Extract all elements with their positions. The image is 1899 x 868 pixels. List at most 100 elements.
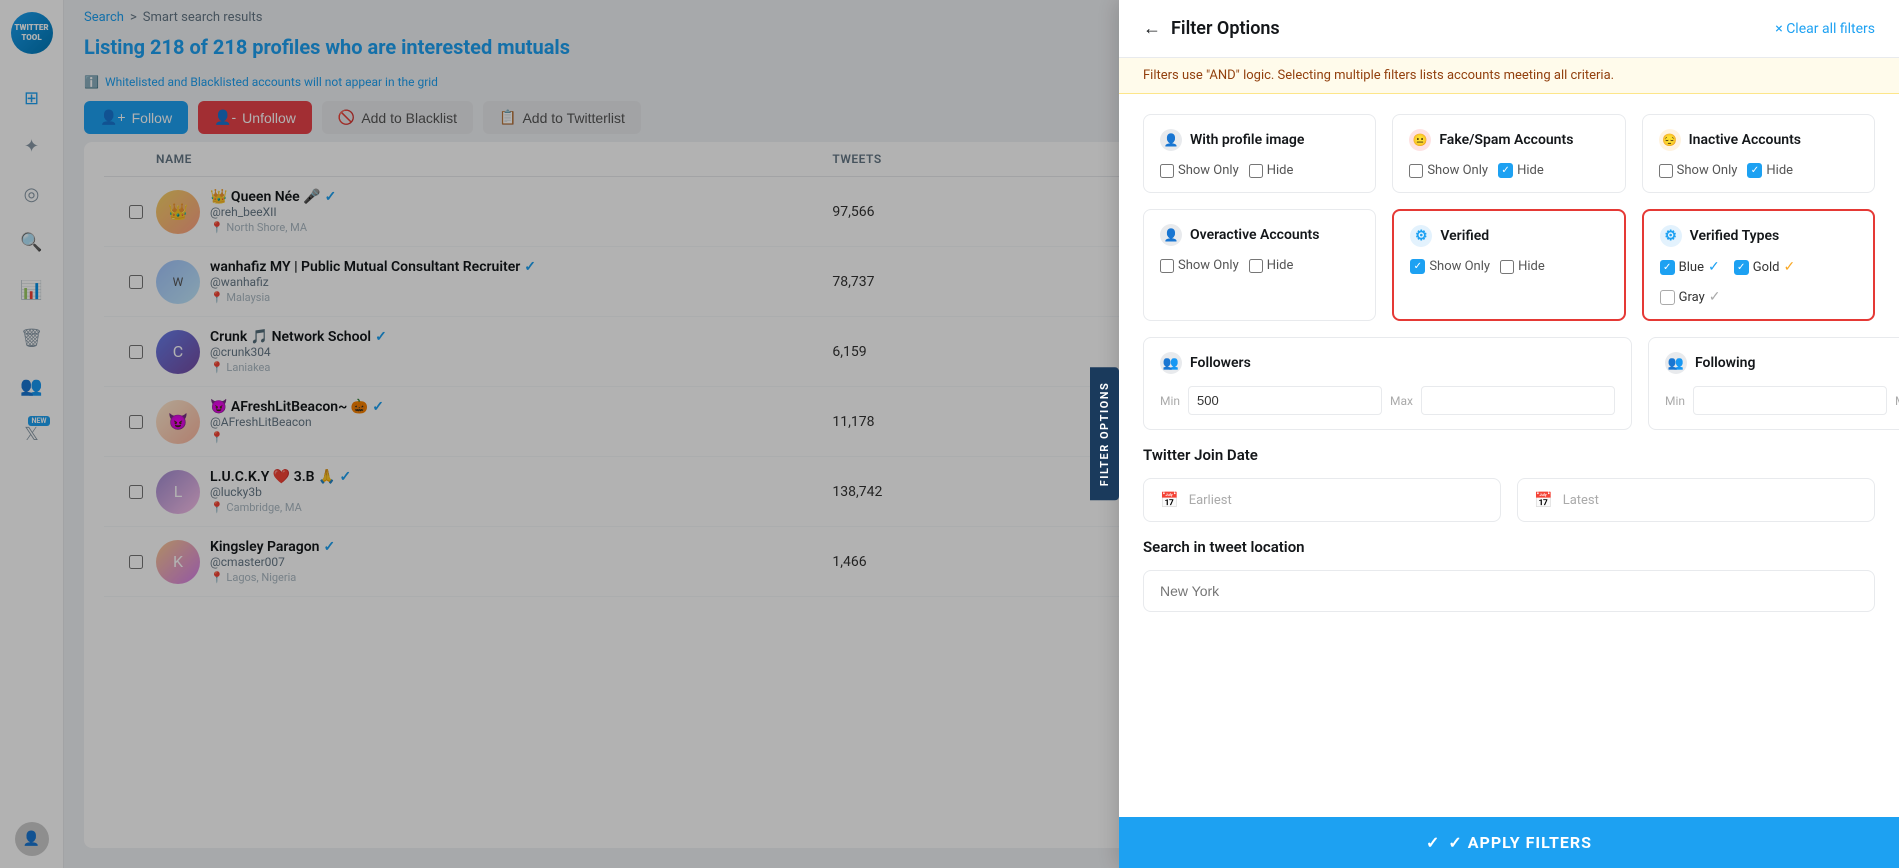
followers-icon: 👥: [1160, 352, 1182, 374]
inactive-icon: 😔: [1659, 129, 1681, 151]
date-row: 📅 Earliest 📅 Latest: [1143, 478, 1875, 522]
show-only-label[interactable]: ✓ Show Only: [1410, 259, 1490, 274]
filter-panel: ← Filter Options × Clear all filters Fil…: [1119, 0, 1899, 868]
show-only-label[interactable]: Show Only: [1409, 163, 1488, 178]
latest-date-card[interactable]: 📅 Latest: [1517, 478, 1875, 522]
show-hide-row: Show Only Hide: [1160, 163, 1359, 178]
checkmark-icon: ✓: [1426, 833, 1440, 852]
range-inputs: Min Max: [1665, 386, 1899, 415]
max-label: Max: [1390, 394, 1413, 408]
inactive-title: Inactive Accounts: [1689, 132, 1801, 148]
filter-options-tab[interactable]: FILTER OPTIONS: [1090, 368, 1119, 501]
latest-placeholder: Latest: [1563, 493, 1599, 508]
filter-body: 👤 With profile image Show Only Hide: [1119, 94, 1899, 817]
filter-overlay: FILTER OPTIONS ← Filter Options × Clear …: [0, 0, 1899, 868]
filter-card-title: 👤 With profile image: [1160, 129, 1359, 151]
vtype-gold: ✓ Gold ✓: [1734, 259, 1796, 275]
max-label: Max: [1895, 394, 1899, 408]
followers-min-input[interactable]: [1188, 386, 1382, 415]
filter-card-title: ⚙ Verified Types: [1660, 225, 1857, 247]
location-input[interactable]: [1143, 570, 1875, 612]
show-hide-row: Show Only ✓ Hide: [1409, 163, 1608, 178]
verified-types-icon: ⚙: [1660, 225, 1682, 247]
blue-checkbox-checked: ✓: [1660, 260, 1675, 275]
show-only-checkbox[interactable]: [1659, 164, 1673, 178]
filter-row-2: 👤 Overactive Accounts Show Only Hide: [1143, 209, 1875, 321]
fake-spam-icon: 😐: [1409, 129, 1431, 151]
gold-checkbox-checked: ✓: [1734, 260, 1749, 275]
earliest-date-card[interactable]: 📅 Earliest: [1143, 478, 1501, 522]
filter-row-1: 👤 With profile image Show Only Hide: [1143, 114, 1875, 193]
filter-header: ← Filter Options × Clear all filters: [1119, 0, 1899, 58]
range-inputs: Min Max: [1160, 386, 1615, 415]
calendar-icon: 📅: [1534, 491, 1553, 509]
filter-card-verified: ⚙ Verified ✓ Show Only Hide: [1392, 209, 1625, 321]
location-section-title: Search in tweet location: [1143, 538, 1875, 556]
filter-row-3: 👥 Followers Min Max 👥 Following: [1143, 337, 1875, 430]
back-icon[interactable]: ←: [1143, 18, 1161, 39]
show-only-checkbox-checked: ✓: [1410, 259, 1425, 274]
location-section: Search in tweet location: [1143, 538, 1875, 612]
min-label: Min: [1665, 394, 1685, 408]
hide-label[interactable]: Hide: [1249, 258, 1294, 273]
following-min-input[interactable]: [1693, 386, 1887, 415]
hide-checkbox[interactable]: [1500, 260, 1514, 274]
filter-card-verified-types: ⚙ Verified Types ✓ Blue ✓ ✓ Gold ✓: [1642, 209, 1875, 321]
hide-label[interactable]: Hide: [1249, 163, 1294, 178]
gray-label: Gray: [1679, 290, 1705, 305]
hide-checkbox-checked: ✓: [1747, 163, 1762, 178]
min-label: Min: [1160, 394, 1180, 408]
apply-btn-text: ✓ ✓ APPLY FILTERS: [1426, 833, 1592, 852]
profile-image-icon: 👤: [1160, 129, 1182, 151]
filter-card-title: 👤 Overactive Accounts: [1160, 224, 1359, 246]
vtype-gray: Gray ✓: [1660, 289, 1721, 305]
filter-card-overactive: 👤 Overactive Accounts Show Only Hide: [1143, 209, 1376, 321]
join-date-section-title: Twitter Join Date: [1143, 446, 1875, 464]
show-only-label[interactable]: Show Only: [1160, 258, 1239, 273]
show-hide-row: Show Only Hide: [1160, 258, 1359, 273]
filter-card-title: 😔 Inactive Accounts: [1659, 129, 1858, 151]
filter-tab-label: FILTER OPTIONS: [1098, 382, 1111, 487]
profile-image-title: With profile image: [1190, 132, 1304, 148]
fake-spam-title: Fake/Spam Accounts: [1439, 132, 1573, 148]
gold-badge: ✓: [1783, 259, 1795, 275]
clear-filters-button[interactable]: × Clear all filters: [1775, 21, 1875, 37]
hide-checkbox[interactable]: [1249, 259, 1263, 273]
filter-card-followers: 👥 Followers Min Max: [1143, 337, 1632, 430]
show-hide-row: Show Only ✓ Hide: [1659, 163, 1858, 178]
vtype-blue: ✓ Blue ✓: [1660, 259, 1720, 275]
verified-types-row: ✓ Blue ✓ ✓ Gold ✓ Gray ✓: [1660, 259, 1857, 305]
filter-info-text: Filters use "AND" logic. Selecting multi…: [1143, 68, 1614, 83]
overactive-icon: 👤: [1160, 224, 1182, 246]
show-only-checkbox[interactable]: [1409, 164, 1423, 178]
show-only-checkbox[interactable]: [1160, 164, 1174, 178]
followers-max-input[interactable]: [1421, 386, 1615, 415]
earliest-placeholder: Earliest: [1189, 493, 1232, 508]
apply-filters-button[interactable]: ✓ ✓ APPLY FILTERS: [1119, 817, 1899, 868]
filter-card-title: 👥 Followers: [1160, 352, 1615, 374]
filter-title-text: Filter Options: [1171, 18, 1280, 39]
filter-card-inactive: 😔 Inactive Accounts Show Only ✓ Hide: [1642, 114, 1875, 193]
show-only-checkbox[interactable]: [1160, 259, 1174, 273]
verified-title: Verified: [1440, 228, 1489, 244]
show-hide-row: ✓ Show Only Hide: [1410, 259, 1607, 274]
filter-card-title: ⚙ Verified: [1410, 225, 1607, 247]
blue-label: Blue: [1679, 260, 1704, 275]
filter-card-fake-spam: 😐 Fake/Spam Accounts Show Only ✓ Hide: [1392, 114, 1625, 193]
calendar-icon: 📅: [1160, 491, 1179, 509]
hide-checkbox[interactable]: [1249, 164, 1263, 178]
filter-card-title: 😐 Fake/Spam Accounts: [1409, 129, 1608, 151]
filter-card-title: 👥 Following: [1665, 352, 1899, 374]
filter-card-profile-image: 👤 With profile image Show Only Hide: [1143, 114, 1376, 193]
hide-label[interactable]: Hide: [1500, 259, 1545, 274]
show-only-label[interactable]: Show Only: [1160, 163, 1239, 178]
show-only-label[interactable]: Show Only: [1659, 163, 1738, 178]
hide-label[interactable]: ✓ Hide: [1747, 163, 1793, 178]
gray-badge: ✓: [1709, 289, 1721, 305]
filter-card-following: 👥 Following Min Max: [1648, 337, 1899, 430]
clear-filters-label: × Clear all filters: [1775, 21, 1875, 37]
verified-types-title: Verified Types: [1690, 228, 1780, 244]
gold-label: Gold: [1753, 260, 1780, 275]
hide-label[interactable]: ✓ Hide: [1498, 163, 1544, 178]
join-date-section: Twitter Join Date 📅 Earliest 📅 Latest: [1143, 446, 1875, 522]
